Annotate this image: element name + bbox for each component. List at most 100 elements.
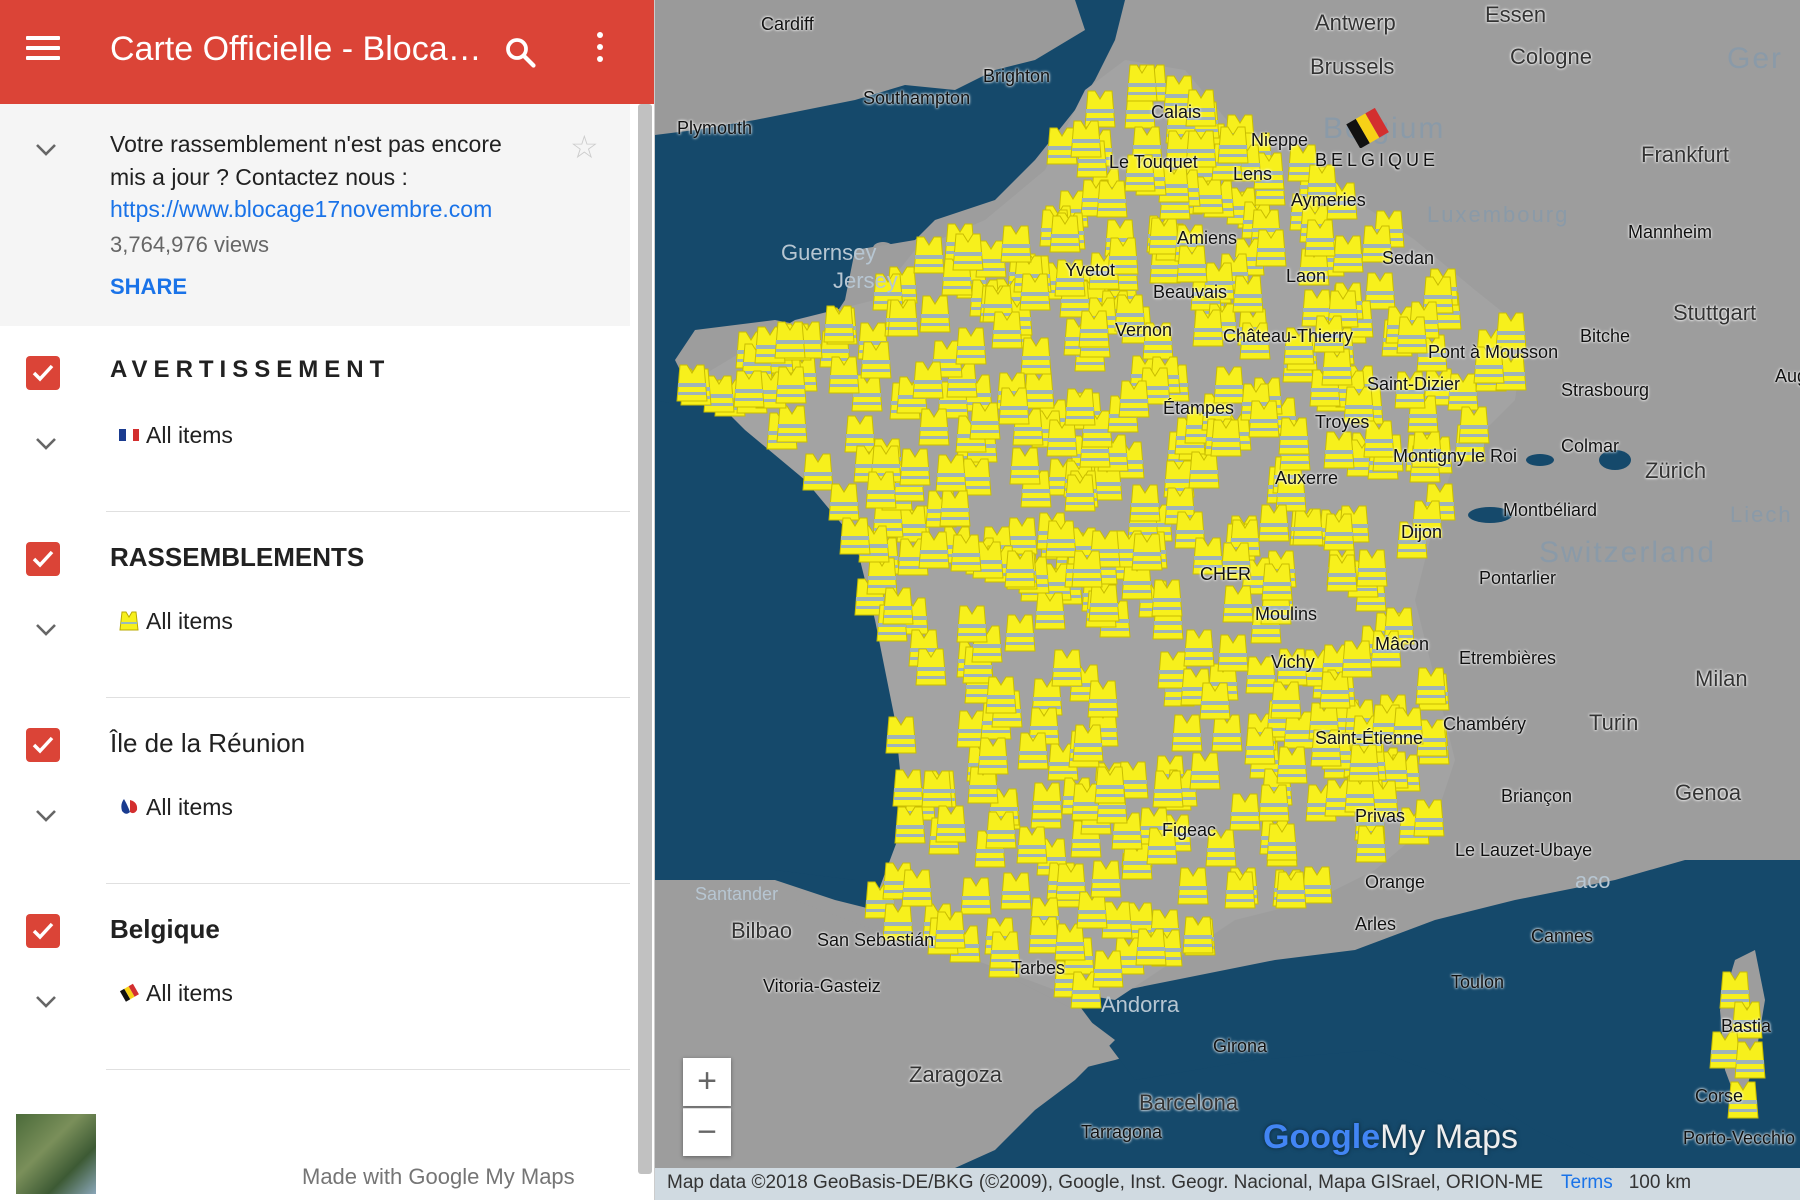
- yellow-vest-marker[interactable]: [1260, 562, 1294, 602]
- yellow-vest-marker[interactable]: [1198, 681, 1232, 721]
- chevron-down-icon[interactable]: [34, 142, 58, 158]
- yellow-vest-marker[interactable]: [1325, 553, 1359, 593]
- yellow-vest-marker[interactable]: [934, 453, 968, 493]
- yellow-vest-marker[interactable]: [1089, 859, 1123, 899]
- yellow-vest-marker[interactable]: [1209, 418, 1243, 458]
- sidebar-scrollbar[interactable]: [638, 104, 652, 1174]
- yellow-vest-marker[interactable]: [1033, 591, 1067, 631]
- yellow-vest-marker[interactable]: [838, 516, 872, 556]
- yellow-vest-marker[interactable]: [1275, 745, 1309, 785]
- yellow-vest-marker[interactable]: [934, 804, 968, 844]
- yellow-vest-marker[interactable]: [999, 224, 1033, 264]
- yellow-vest-marker[interactable]: [1070, 549, 1104, 589]
- layer-checkbox[interactable]: [26, 356, 60, 390]
- yellow-vest-marker[interactable]: [984, 675, 1018, 715]
- yellow-vest-marker[interactable]: [1069, 119, 1103, 159]
- yellow-vest-marker[interactable]: [938, 488, 972, 528]
- yellow-vest-marker[interactable]: [1063, 473, 1097, 513]
- yellow-vest-marker[interactable]: [949, 533, 983, 573]
- yellow-vest-marker[interactable]: [955, 604, 989, 644]
- yellow-vest-marker[interactable]: [774, 365, 808, 405]
- yellow-vest-marker[interactable]: [1257, 503, 1291, 543]
- yellow-vest-marker[interactable]: [1175, 244, 1209, 284]
- yellow-vest-marker[interactable]: [1008, 446, 1042, 486]
- layer-checkbox[interactable]: [26, 728, 60, 762]
- yellow-vest-marker[interactable]: [1176, 866, 1210, 906]
- yellow-vest-marker[interactable]: [1050, 648, 1084, 688]
- yellow-vest-marker[interactable]: [1355, 548, 1389, 588]
- yellow-vest-marker[interactable]: [1188, 751, 1222, 791]
- yellow-vest-marker[interactable]: [1414, 666, 1448, 706]
- yellow-vest-marker[interactable]: [1071, 723, 1105, 763]
- yellow-vest-marker[interactable]: [900, 868, 934, 908]
- yellow-vest-marker[interactable]: [886, 298, 920, 338]
- yellow-vest-marker[interactable]: [1247, 399, 1281, 439]
- layer-all-items[interactable]: All items: [118, 422, 233, 449]
- yellow-vest-marker[interactable]: [864, 470, 898, 510]
- yellow-vest-marker[interactable]: [1733, 1040, 1767, 1080]
- basemap-toggle-thumbnail[interactable]: [16, 1114, 96, 1194]
- yellow-vest-marker[interactable]: [1003, 549, 1037, 589]
- yellow-vest-marker[interactable]: [1091, 949, 1125, 989]
- zoom-in-button[interactable]: +: [683, 1058, 731, 1106]
- yellow-vest-marker[interactable]: [1322, 512, 1356, 552]
- yellow-vest-marker[interactable]: [1412, 798, 1446, 838]
- yellow-vest-marker[interactable]: [1150, 578, 1184, 618]
- yellow-vest-marker[interactable]: [827, 355, 861, 395]
- yellow-vest-marker[interactable]: [1086, 679, 1120, 719]
- yellow-vest-marker[interactable]: [1223, 870, 1257, 910]
- yellow-vest-marker[interactable]: [1093, 765, 1127, 805]
- yellow-vest-marker[interactable]: [893, 805, 927, 845]
- yellow-vest-marker[interactable]: [1125, 63, 1159, 103]
- star-outline-icon[interactable]: ☆: [570, 128, 599, 166]
- yellow-vest-marker[interactable]: [1015, 825, 1049, 865]
- yellow-vest-marker[interactable]: [1181, 915, 1215, 955]
- yellow-vest-marker[interactable]: [773, 320, 807, 360]
- yellow-vest-marker[interactable]: [1254, 228, 1288, 268]
- terms-link[interactable]: Terms: [1561, 1172, 1613, 1193]
- layer-checkbox[interactable]: [26, 542, 60, 576]
- chevron-down-icon[interactable]: [34, 622, 58, 638]
- yellow-vest-marker[interactable]: [1216, 125, 1250, 165]
- yellow-vest-marker[interactable]: [954, 326, 988, 366]
- website-link[interactable]: https://www.blocage17novembre.com: [110, 196, 492, 223]
- yellow-vest-marker[interactable]: [997, 386, 1031, 426]
- yellow-vest-marker[interactable]: [732, 369, 766, 409]
- yellow-vest-marker[interactable]: [822, 304, 856, 344]
- yellow-vest-marker[interactable]: [775, 404, 809, 444]
- yellow-vest-marker[interactable]: [898, 447, 932, 487]
- yellow-vest-marker[interactable]: [1395, 315, 1429, 355]
- yellow-vest-marker[interactable]: [917, 530, 951, 570]
- yellow-vest-marker[interactable]: [1340, 639, 1374, 679]
- yellow-vest-marker[interactable]: [1030, 781, 1064, 821]
- chevron-down-icon[interactable]: [34, 808, 58, 824]
- yellow-vest-marker[interactable]: [990, 310, 1024, 350]
- yellow-vest-marker[interactable]: [675, 363, 709, 403]
- layer-all-items[interactable]: All items: [118, 608, 233, 635]
- yellow-vest-marker[interactable]: [1151, 769, 1185, 809]
- yellow-vest-marker[interactable]: [884, 715, 918, 755]
- yellow-vest-marker[interactable]: [1269, 680, 1303, 720]
- share-button[interactable]: SHARE: [110, 274, 187, 300]
- layer-checkbox[interactable]: [26, 914, 60, 948]
- yellow-vest-marker[interactable]: [1322, 430, 1356, 470]
- yellow-vest-marker[interactable]: [1117, 379, 1151, 419]
- yellow-vest-marker[interactable]: [1095, 179, 1129, 219]
- yellow-vest-marker[interactable]: [1077, 309, 1111, 349]
- layer-all-items[interactable]: All items: [118, 794, 233, 821]
- more-vert-icon[interactable]: [590, 32, 610, 72]
- yellow-vest-marker[interactable]: [1277, 416, 1311, 456]
- yellow-vest-marker[interactable]: [1457, 405, 1491, 445]
- yellow-vest-marker[interactable]: [911, 360, 945, 400]
- yellow-vest-marker[interactable]: [917, 407, 951, 447]
- map-canvas[interactable]: Cardiff Antwerp Essen Brussels Cologne G…: [655, 0, 1800, 1200]
- yellow-vest-marker[interactable]: [1303, 218, 1337, 258]
- chevron-down-icon[interactable]: [34, 994, 58, 1010]
- yellow-vest-marker[interactable]: [1274, 870, 1308, 910]
- yellow-vest-marker[interactable]: [914, 647, 948, 687]
- yellow-vest-marker[interactable]: [1134, 927, 1168, 967]
- yellow-vest-marker[interactable]: [1016, 731, 1050, 771]
- yellow-vest-marker[interactable]: [1243, 726, 1277, 766]
- chevron-down-icon[interactable]: [34, 436, 58, 452]
- yellow-vest-marker[interactable]: [1231, 274, 1265, 314]
